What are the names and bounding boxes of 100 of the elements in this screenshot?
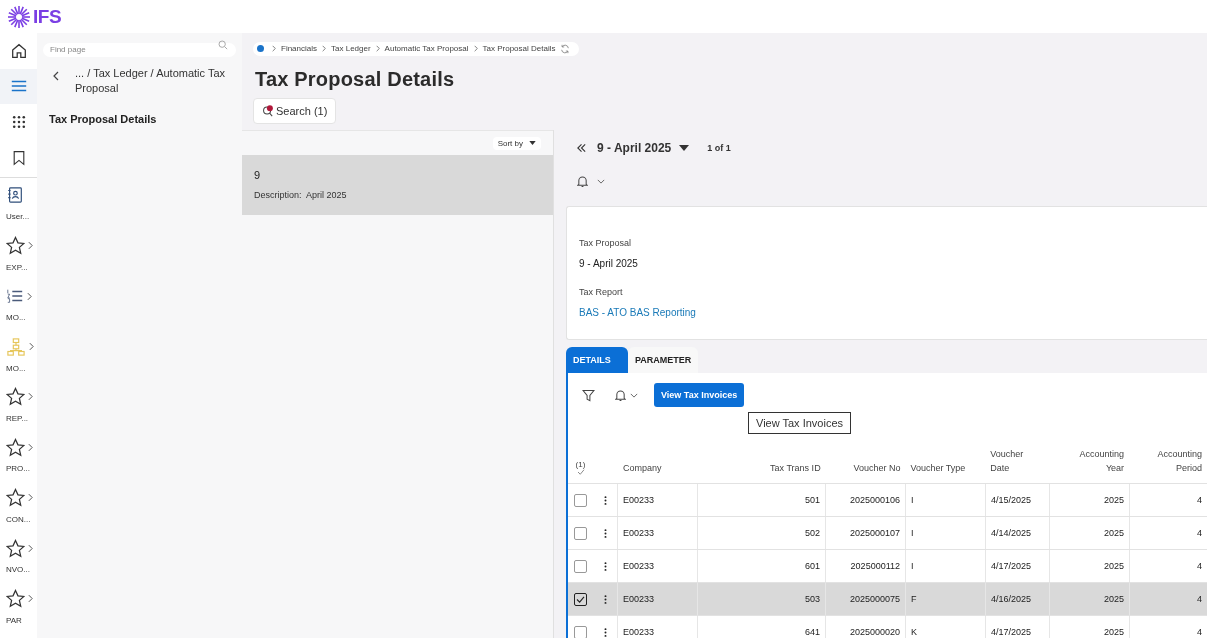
star-icon[interactable] — [6, 488, 25, 508]
table-cell: 4 — [1197, 594, 1202, 604]
chevron-down-icon[interactable] — [597, 178, 605, 184]
column-header[interactable]: Tax Trans ID — [770, 461, 821, 475]
table-cell: E00233 — [623, 594, 655, 604]
chevron-right-icon — [375, 45, 380, 52]
table-cell: 2025000107 — [849, 528, 900, 538]
more-icon[interactable] — [603, 626, 607, 638]
star-icon[interactable] — [6, 387, 25, 407]
check-icon[interactable] — [576, 469, 585, 475]
table-cell: 641 — [804, 627, 820, 637]
breadcrumb-link[interactable]: Tax Proposal Details — [482, 44, 556, 53]
tab[interactable]: DETAILS — [566, 347, 628, 373]
home-icon[interactable] — [9, 41, 28, 60]
numbered-list-icon[interactable] — [6, 287, 24, 306]
table-cell: 2025000075 — [849, 594, 900, 604]
row-checkbox[interactable] — [574, 559, 587, 573]
table-cell: 2025 — [1103, 561, 1124, 571]
table-cell: I — [911, 528, 914, 538]
home-dot-icon[interactable] — [257, 45, 264, 52]
current-page-label: Tax Proposal Details — [49, 113, 158, 125]
search-filter-icon — [262, 104, 275, 118]
star-icon[interactable] — [6, 236, 25, 256]
chevron-right-icon[interactable] — [27, 291, 32, 301]
rail-label[interactable]: CON... — [6, 514, 31, 524]
search-button[interactable]: Search (1) — [253, 98, 337, 124]
table-cell: 4/15/2025 — [991, 495, 1032, 505]
table-cell: 501 — [804, 495, 820, 505]
breadcrumb-link[interactable]: Automatic Tax Proposal — [384, 44, 469, 53]
rail-label[interactable]: EXP... — [6, 262, 28, 272]
chevron-right-icon[interactable] — [28, 241, 33, 251]
sort-button[interactable]: Sort by — [492, 136, 541, 150]
row-checkbox[interactable] — [574, 493, 587, 507]
rail-label[interactable]: NVO... — [6, 565, 30, 575]
logo-text: IFS — [33, 5, 62, 28]
star-icon[interactable] — [6, 538, 25, 558]
chevron-right-icon[interactable] — [28, 594, 33, 604]
table-cell: E00233 — [623, 627, 655, 637]
more-icon[interactable] — [603, 494, 607, 506]
rail-label[interactable]: PRO... — [6, 464, 30, 474]
logo-icon — [7, 4, 31, 29]
filter-icon[interactable] — [582, 389, 595, 402]
find-page-field[interactable]: Find page — [43, 42, 236, 57]
breadcrumb-link[interactable]: Financials — [281, 44, 317, 53]
rail-label[interactable]: MO... — [6, 313, 26, 323]
bell-icon[interactable] — [577, 174, 588, 188]
field-link[interactable]: BAS - ATO BAS Reporting — [579, 307, 1207, 318]
table-cell: E00233 — [623, 528, 655, 538]
apps-grid-icon[interactable] — [10, 113, 27, 130]
field-label: Tax Report — [579, 287, 624, 297]
row-checkbox[interactable] — [574, 592, 587, 606]
chevron-right-icon[interactable] — [29, 342, 34, 352]
column-header[interactable]: Voucher No — [853, 461, 901, 475]
table-cell: 2025 — [1103, 528, 1124, 538]
star-icon[interactable] — [6, 589, 25, 609]
rail-label[interactable]: PAR — [6, 615, 22, 625]
chevron-down-icon[interactable] — [630, 393, 638, 398]
caret-icon[interactable] — [679, 145, 690, 151]
tooltip: View Tax Invoices — [748, 412, 852, 434]
chevron-right-icon[interactable] — [28, 493, 33, 503]
parent-path-link[interactable]: ... / Tax Ledger / Automatic Tax Proposal — [75, 66, 225, 96]
table-cell: I — [911, 561, 914, 571]
more-icon[interactable] — [603, 593, 607, 605]
table-cell: 2025000112 — [850, 561, 900, 571]
record-selector[interactable]: 9 - April 2025 — [597, 141, 672, 155]
view-tax-invoices-button[interactable]: View Tax Invoices — [654, 383, 745, 407]
chevron-right-icon — [272, 45, 276, 52]
table-cell: 4 — [1197, 528, 1202, 538]
table-cell: 2025000020 — [849, 627, 900, 637]
more-icon[interactable] — [603, 560, 607, 572]
rail-label[interactable]: User... — [6, 212, 30, 222]
column-header[interactable]: Company — [623, 461, 693, 475]
row-checkbox[interactable] — [574, 625, 587, 638]
table-cell: 503 — [804, 594, 820, 604]
more-icon[interactable] — [603, 527, 607, 539]
column-header[interactable]: Accounting Year — [1079, 447, 1125, 475]
record-counter: 1 of 1 — [707, 143, 731, 153]
back-icon[interactable] — [53, 71, 59, 81]
chevron-right-icon[interactable] — [28, 392, 33, 402]
rail-label[interactable]: MO... — [6, 363, 26, 373]
table-cell: 4 — [1197, 561, 1202, 571]
column-header[interactable]: Voucher Type — [910, 461, 981, 475]
contact-book-icon[interactable] — [6, 186, 24, 205]
table-cell: 2025000106 — [849, 495, 900, 505]
chevron-right-icon[interactable] — [28, 442, 33, 452]
star-icon[interactable] — [6, 437, 25, 457]
column-header[interactable]: Accounting Period — [1157, 447, 1202, 475]
breadcrumb-link[interactable]: Tax Ledger — [331, 44, 371, 53]
tab[interactable]: PARAMETER — [628, 347, 699, 373]
page-title: Tax Proposal Details — [255, 68, 456, 91]
rail-label[interactable]: REP... — [6, 413, 29, 423]
bell-icon[interactable] — [615, 389, 626, 402]
table-cell: E00233 — [623, 495, 655, 505]
table-cell: 2025 — [1103, 594, 1124, 604]
row-checkbox[interactable] — [574, 526, 587, 540]
column-header[interactable]: Voucher Date — [990, 447, 1045, 475]
double-chevron-left-icon[interactable] — [576, 143, 587, 153]
chevron-right-icon — [473, 45, 478, 52]
chevron-right-icon[interactable] — [28, 543, 33, 553]
list-item[interactable]: 9 Description: April 2025 — [242, 155, 553, 215]
